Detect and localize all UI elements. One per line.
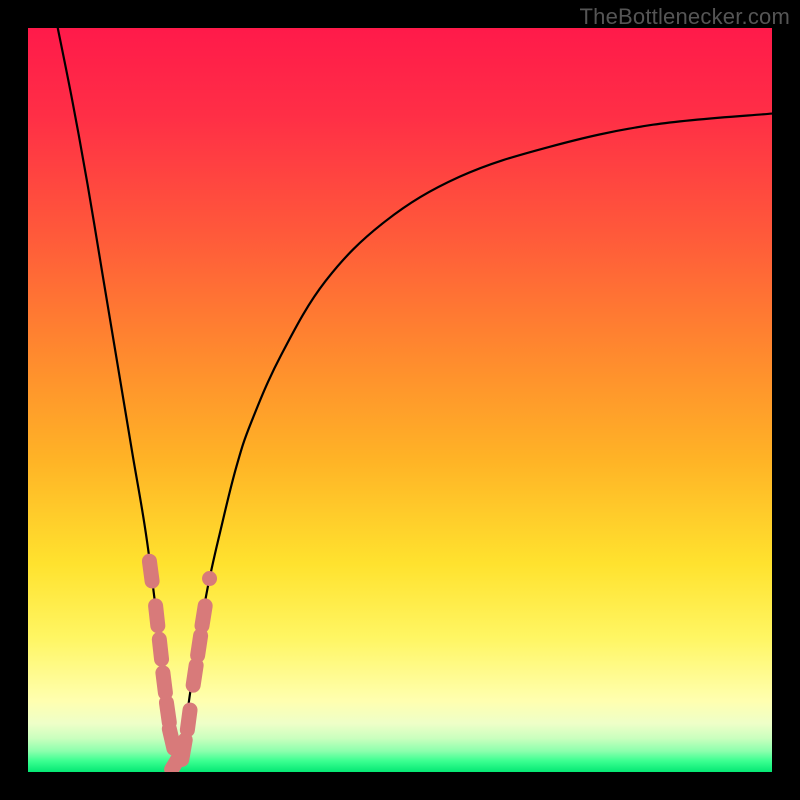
curve-layer <box>28 28 772 772</box>
highlighted-points <box>149 561 209 769</box>
marker-segment <box>182 740 185 760</box>
plot-area <box>28 28 772 772</box>
marker-segment <box>156 606 158 626</box>
marker-segment <box>159 639 161 659</box>
marker-segment <box>198 636 201 656</box>
marker-segment <box>187 710 190 730</box>
chart-frame: TheBottlenecker.com <box>0 0 800 800</box>
marker-segment <box>202 606 205 626</box>
marker-segment <box>169 729 174 748</box>
marker-segment <box>163 673 165 693</box>
marker-segment <box>193 665 196 685</box>
marker-segment <box>149 561 152 581</box>
watermark-text: TheBottlenecker.com <box>580 4 790 30</box>
marker-segment <box>166 703 169 723</box>
